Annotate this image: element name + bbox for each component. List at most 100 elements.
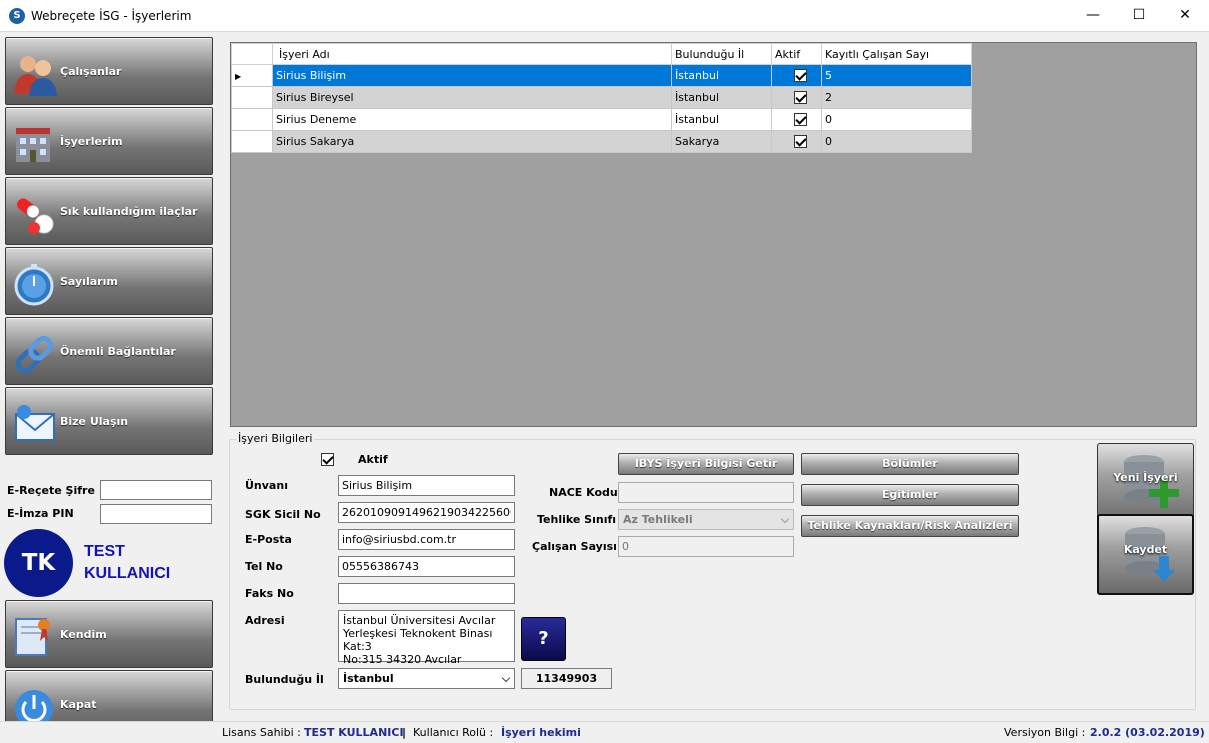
lisans-sahibi-value: TEST KULLANICI: [304, 726, 404, 739]
row-selector[interactable]: [231, 130, 273, 153]
table-row[interactable]: ▶ Sirius Bilişim İstanbul 5: [231, 64, 972, 87]
table-header-row: İşyeri Adı Bulunduğu İl Aktif Kayıtlı Ça…: [231, 43, 972, 65]
tehlike-sinifi-select[interactable]: Az Tehlikeli: [618, 509, 794, 530]
cell-isyeri-adi[interactable]: Sirius Sakarya: [272, 130, 672, 153]
isyeri-grid[interactable]: İşyeri Adı Bulunduğu İl Aktif Kayıtlı Ça…: [230, 42, 1197, 427]
cell-isyeri-adi[interactable]: Sirius Deneme: [272, 108, 672, 131]
cell-aktif[interactable]: [771, 130, 822, 153]
aktif-checkbox[interactable]: [321, 453, 334, 466]
eposta-input[interactable]: [338, 529, 515, 550]
cell-bulundugu-il[interactable]: Sakarya: [671, 130, 772, 153]
users-icon: [14, 56, 57, 96]
col-header-aktif[interactable]: Aktif: [771, 43, 822, 65]
eposta-label: E-Posta: [245, 533, 292, 546]
table-row[interactable]: Sirius Deneme İstanbul 0: [231, 108, 972, 131]
avatar: TK: [4, 529, 73, 597]
cell-kayitli-calisan[interactable]: 0: [821, 130, 972, 153]
aktif-checkbox[interactable]: [794, 113, 807, 127]
group-title: İşyeri Bilgileri: [236, 432, 315, 445]
cell-kayitli-calisan[interactable]: 5: [821, 64, 972, 87]
egitimler-button[interactable]: Eğitimler: [801, 484, 1019, 506]
tel-input[interactable]: [338, 556, 515, 577]
risk-analizleri-button[interactable]: Tehlike Kaynakları/Risk Analizleri: [801, 515, 1019, 537]
row-header-cell: [231, 43, 273, 65]
nace-kodu-label: NACE Kodu: [549, 486, 618, 499]
tehlike-sinifi-label: Tehlike Sınıfı: [537, 513, 617, 526]
cell-isyeri-adi[interactable]: Sirius Bilişim: [272, 64, 672, 87]
adres-textarea[interactable]: İstanbul Üniversitesi Avcılar Yerleşkesi…: [338, 610, 515, 666]
sidebar-item-label: Önemli Bağlantılar: [60, 345, 176, 358]
cell-bulundugu-il[interactable]: İstanbul: [671, 108, 772, 131]
sidebar-item-calisanlar[interactable]: Çalışanlar: [5, 37, 213, 105]
help-button[interactable]: ?: [521, 617, 566, 661]
cell-aktif[interactable]: [771, 86, 822, 109]
sgk-sicil-input[interactable]: [338, 502, 515, 523]
ibys-getir-button[interactable]: IBYS İşyeri Bilgisi Getir: [618, 453, 794, 475]
kendim-button[interactable]: Kendim: [5, 600, 213, 668]
sidebar-item-label: Bize Ulaşın: [60, 415, 129, 428]
row-selector[interactable]: [231, 108, 273, 131]
sidebar-item-label: Sayılarım: [60, 275, 118, 288]
adres-label: Adresi: [245, 614, 285, 627]
aktif-checkbox[interactable]: [794, 135, 807, 149]
sidebar-item-label: Sık kullandığım ilaçlar: [60, 205, 198, 218]
kullanici-rolu-value: İşyeri hekimi: [501, 726, 581, 739]
nace-kodu-input[interactable]: [618, 482, 794, 503]
kaydet-button[interactable]: Kaydet: [1097, 514, 1194, 595]
row-selector[interactable]: ▶: [231, 64, 273, 87]
aktif-checkbox[interactable]: [794, 69, 807, 83]
cell-aktif[interactable]: [771, 108, 822, 131]
sgk-sicil-label: SGK Sicil No: [245, 508, 321, 521]
calisan-sayisi-input[interactable]: [618, 536, 794, 557]
table-row[interactable]: Sirius Bireysel İstanbul 2: [231, 86, 972, 109]
row-pointer-icon: ▶: [235, 72, 242, 81]
erecete-sifre-input[interactable]: [100, 480, 212, 500]
erecete-sifre-label: E-Reçete Şifre: [7, 484, 95, 497]
sidebar-item-label: İşyerlerim: [60, 135, 123, 148]
sidebar-item-ilaclar[interactable]: Sık kullandığım ilaçlar: [5, 177, 213, 245]
eimza-pin-input[interactable]: [100, 504, 212, 524]
versiyon-label: Versiyon Bilgi :: [1004, 726, 1086, 739]
cell-aktif[interactable]: [771, 64, 822, 87]
close-button[interactable]: ✕: [1162, 0, 1208, 31]
table-row[interactable]: Sirius Sakarya Sakarya 0: [231, 130, 972, 153]
title-bar: S Webreçete İSG - İşyerlerim — ☐ ✕: [0, 0, 1209, 32]
sidebar-item-sayilarim[interactable]: Sayılarım: [5, 247, 213, 315]
stopwatch-icon: [14, 264, 54, 306]
cell-bulundugu-il[interactable]: İstanbul: [671, 64, 772, 87]
sidebar-item-bize-ulasin[interactable]: Bize Ulaşın: [5, 387, 213, 455]
aktif-checkbox[interactable]: [794, 91, 807, 105]
cell-kayitli-calisan[interactable]: 0: [821, 108, 972, 131]
calisan-sayisi-label: Çalışan Sayısı: [532, 540, 617, 553]
col-header-bulundugu-il[interactable]: Bulunduğu İl: [671, 43, 772, 65]
sidebar-item-label: Çalışanlar: [60, 65, 122, 78]
cell-bulundugu-il[interactable]: İstanbul: [671, 86, 772, 109]
bulundugu-il-label: Bulunduğu İl: [245, 673, 324, 686]
chain-link-icon: [15, 336, 53, 374]
yeni-isyeri-label: Yeni İşyeri: [1113, 471, 1178, 484]
cell-isyeri-adi[interactable]: Sirius Bireysel: [272, 86, 672, 109]
unvan-input[interactable]: [338, 475, 515, 496]
versiyon-value: 2.0.2 (03.02.2019): [1090, 726, 1205, 739]
aktif-label: Aktif: [358, 453, 388, 466]
sidebar-item-baglantilar[interactable]: Önemli Bağlantılar: [5, 317, 213, 385]
minimize-button[interactable]: —: [1070, 0, 1116, 31]
cell-kayitli-calisan[interactable]: 2: [821, 86, 972, 109]
lisans-sahibi-label: Lisans Sahibi :: [222, 726, 301, 739]
status-bar: Lisans Sahibi : TEST KULLANICI | Kullanı…: [0, 721, 1209, 743]
bolumler-button[interactable]: Bölümler: [801, 453, 1019, 475]
maximize-button[interactable]: ☐: [1116, 0, 1162, 31]
certificate-icon: [15, 618, 50, 656]
sidebar-item-isyerlerim[interactable]: İşyerlerim: [5, 107, 213, 175]
yeni-isyeri-button[interactable]: Yeni İşyeri: [1097, 443, 1194, 524]
bulundugu-il-select[interactable]: İstanbul: [338, 668, 515, 689]
app-logo-icon: S: [9, 8, 25, 24]
col-header-kayitli-calisan[interactable]: Kayıtlı Çalışan Sayı: [821, 43, 972, 65]
tel-label: Tel No: [245, 560, 283, 573]
row-selector[interactable]: [231, 86, 273, 109]
il-kodu-value: 11349903: [521, 668, 612, 689]
faks-input[interactable]: [338, 583, 515, 604]
col-header-isyeri-adi[interactable]: İşyeri Adı: [272, 43, 672, 65]
status-separator: |: [402, 726, 407, 739]
kendim-label: Kendim: [60, 628, 107, 641]
